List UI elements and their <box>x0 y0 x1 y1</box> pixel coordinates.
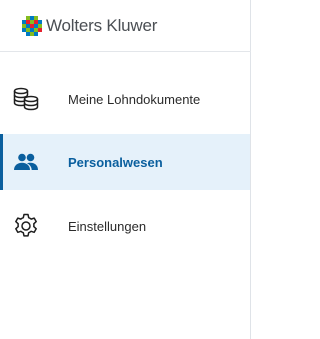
header-divider <box>0 51 251 52</box>
coins-stack-icon <box>13 86 39 112</box>
gear-icon <box>13 213 39 239</box>
sidebar: Wolters Kluwer Meine Lohndokumente Perso… <box>0 0 251 339</box>
nav-item-einstellungen[interactable]: Einstellungen <box>0 198 250 254</box>
brand-logo[interactable]: Wolters Kluwer <box>22 15 157 37</box>
people-icon <box>13 149 39 175</box>
nav-item-label: Personalwesen <box>68 154 163 170</box>
nav-item-personalwesen[interactable]: Personalwesen <box>0 134 250 190</box>
nav-item-label: Meine Lohndokumente <box>68 91 201 107</box>
nav-item-label: Einstellungen <box>68 218 147 234</box>
brand-name: Wolters Kluwer <box>46 16 158 35</box>
wolters-kluwer-logo-icon <box>22 16 42 36</box>
nav-item-meine-lohndokumente[interactable]: Meine Lohndokumente <box>0 71 250 127</box>
